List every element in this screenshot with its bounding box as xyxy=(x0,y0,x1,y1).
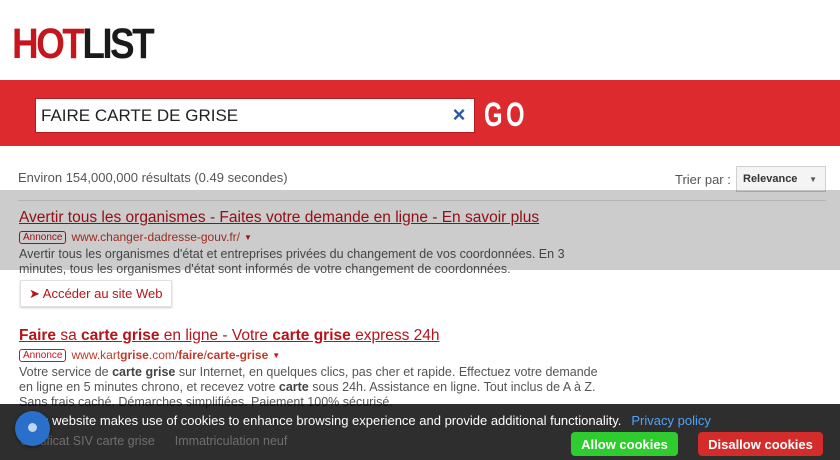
page: HOTLIST × GO Environ 154,000,000 résulta… xyxy=(0,0,840,460)
cookie-message: This website makes use of cookies to enh… xyxy=(24,413,711,428)
ad-url-line: Annonce www.kartgrise.com/faire/carte-gri… xyxy=(19,347,609,364)
results-header: Environ 154,000,000 résultats (0.49 seco… xyxy=(0,146,840,192)
ad-result: Faire sa carte grise en ligne - Votre ca… xyxy=(19,326,609,410)
go-button[interactable]: GO xyxy=(484,98,528,133)
ad-url-link[interactable]: www.kartgrise.com/faire/carte-grise xyxy=(71,348,268,362)
sitelink[interactable]: Immatriculation neuf xyxy=(175,434,288,448)
ad-badge: Annonce xyxy=(19,349,67,362)
ad-title-link[interactable]: Faire sa carte grise en ligne - Votre ca… xyxy=(19,326,609,346)
visit-website-button[interactable]: ➤ Accéder au site Web xyxy=(20,280,172,307)
sort-select[interactable]: Relevance ▼ xyxy=(736,166,826,192)
cookie-banner: Certificat SIV carte grise Immatriculatio… xyxy=(0,404,840,460)
sort-value: Relevance xyxy=(743,173,798,185)
clear-icon[interactable]: × xyxy=(450,104,468,126)
hotlist-logo[interactable]: HOTLIST xyxy=(12,22,155,66)
chevron-down-icon: ▼ xyxy=(809,175,817,184)
privacy-policy-link[interactable]: Privacy policy xyxy=(631,413,710,428)
result-count: Environ 154,000,000 résultats (0.49 seco… xyxy=(18,170,288,185)
search-box: × xyxy=(35,98,475,133)
gray-overlay xyxy=(0,190,840,270)
cookie-settings-icon[interactable] xyxy=(15,411,50,446)
search-input[interactable] xyxy=(41,99,441,132)
allow-cookies-button[interactable]: Allow cookies xyxy=(571,432,678,456)
logo-bar: HOTLIST xyxy=(0,0,840,80)
disallow-cookies-button[interactable]: Disallow cookies xyxy=(698,432,823,456)
sort-label: Trier par : xyxy=(675,172,731,187)
search-bar: × GO xyxy=(0,80,840,146)
sitelinks-behind-banner: Certificat SIV carte grise Immatriculatio… xyxy=(20,434,307,448)
caret-down-icon[interactable]: ▼ xyxy=(272,351,280,360)
